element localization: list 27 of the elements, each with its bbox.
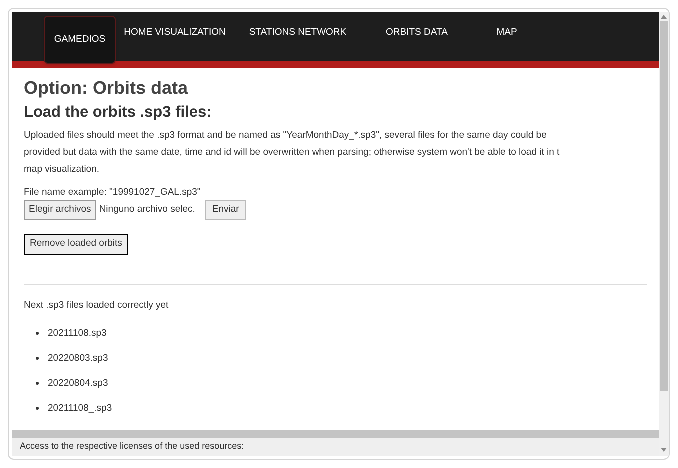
submit-button[interactable]: Enviar xyxy=(205,200,246,220)
page-title: Option: Orbits data xyxy=(24,77,190,100)
bullet-icon xyxy=(36,332,39,336)
remove-orbits-button[interactable]: Remove loaded orbits xyxy=(24,234,128,255)
file-name: 20211108_.sp3 xyxy=(48,402,112,416)
file-name: 20220803.sp3 xyxy=(48,352,108,366)
nav-item[interactable]: HOME VISUALIZATION xyxy=(116,16,234,64)
example-text: File name example: "19991027_GAL.sp3" xyxy=(24,187,202,199)
section-title: Load the orbits .sp3 files: xyxy=(24,103,213,123)
vertical-scrollbar[interactable] xyxy=(659,12,669,456)
footer-text: Access to the respective licenses of the used resources: xyxy=(20,440,244,454)
nav-item[interactable]: STATIONS NETWORK xyxy=(234,16,362,64)
file-name: 20220804.sp3 xyxy=(48,376,108,391)
file-status-text: Ninguno archivo selec. xyxy=(99,202,196,217)
choose-files-button[interactable]: Elegir archivos xyxy=(24,200,96,220)
bullet-icon xyxy=(36,382,39,386)
horizontal-scrollbar[interactable] xyxy=(12,430,659,438)
nav-item[interactable]: GAMEDIOS xyxy=(44,16,116,64)
file-name: 20211108.sp3 xyxy=(48,326,107,341)
nav-item[interactable]: MAP xyxy=(472,16,542,64)
description-paragraph: Uploaded files should meet the .sp3 format and be named as "YearMonthDay_*.sp3", several files for the same day could be provided but data with the same date, time and id will be overwritten when parsing; otherwise system won't be able to load it in t map visualization. xyxy=(24,129,561,177)
bullet-icon xyxy=(36,357,39,360)
bullet-icon xyxy=(36,407,39,410)
scrollbar-thumb[interactable] xyxy=(660,21,668,391)
loaded-files-heading: Next .sp3 files loaded correctly yet xyxy=(24,299,170,313)
nav-item[interactable]: ORBITS DATA xyxy=(362,16,472,64)
scroll-down-icon[interactable] xyxy=(661,448,667,452)
